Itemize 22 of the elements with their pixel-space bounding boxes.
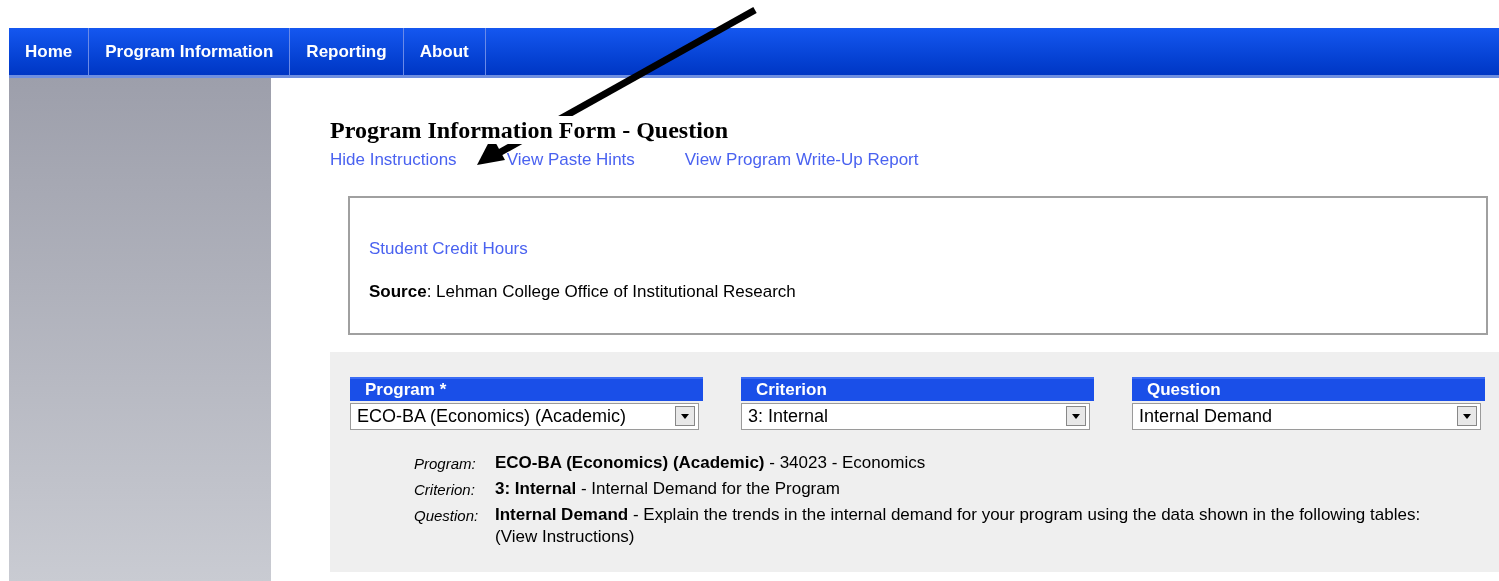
page-title: Program Information Form - Question xyxy=(330,116,729,144)
link[interactable]: Hide Instructions xyxy=(330,147,457,173)
field-label: Question xyxy=(1132,376,1485,401)
detail-label: Question: xyxy=(414,505,480,526)
link[interactable]: View Paste Hints xyxy=(506,147,635,173)
detail-label: Program: xyxy=(414,453,477,474)
link[interactable]: Student Credit Hours xyxy=(369,235,1486,261)
dropdown[interactable]: 3: Internal xyxy=(741,402,1090,430)
link[interactable]: View Program Write-Up Report xyxy=(684,147,919,173)
detail-text: 3: Internal - Internal Demand for the Program xyxy=(495,477,841,500)
source-text: Source: Lehman College Office of Institutional Research xyxy=(369,281,797,303)
dropdown[interactable]: ECO-BA (Economics) (Academic) xyxy=(350,402,699,430)
nav-item[interactable]: Reporting xyxy=(290,28,404,75)
detail-label: Criterion: xyxy=(414,479,476,500)
dropdown[interactable]: Internal Demand xyxy=(1132,402,1481,430)
nav-item[interactable]: Program Information xyxy=(89,28,291,75)
field-label: Program * xyxy=(350,376,703,401)
detail-text: Internal Demand - Explain the trends in the internal demand for your program using the data shown in the following tables: (View Instructions) xyxy=(495,503,1422,548)
field-label: Criterion xyxy=(741,376,1094,401)
detail-text: ECO-BA (Economics) (Academic) - 34023 - Economics xyxy=(495,451,927,474)
nav-item[interactable]: Home xyxy=(9,28,90,75)
nav-item[interactable]: About xyxy=(403,28,486,75)
